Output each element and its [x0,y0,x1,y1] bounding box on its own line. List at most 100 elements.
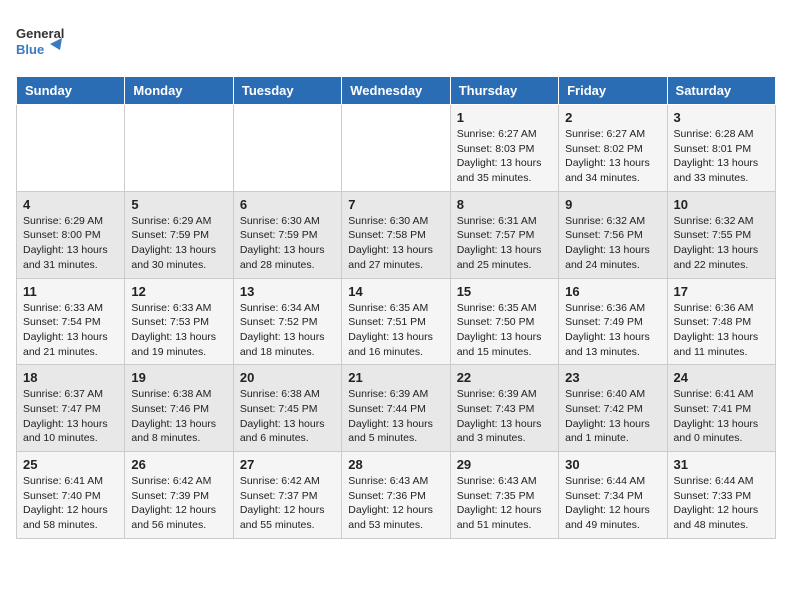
day-info: Sunrise: 6:34 AM Sunset: 7:52 PM Dayligh… [240,301,335,360]
day-info: Sunrise: 6:39 AM Sunset: 7:44 PM Dayligh… [348,387,443,446]
calendar-cell: 10Sunrise: 6:32 AM Sunset: 7:55 PM Dayli… [667,191,775,278]
day-number: 5 [131,197,226,212]
calendar-cell: 22 Sunrise: 6:39 AM Sunset: 7:43 PM Dayli… [450,365,558,452]
day-number: 13 [240,284,335,299]
day-info: Sunrise: 6:27 AM Sunset: 8:03 PM Dayligh… [457,127,552,186]
day-info: Sunrise: 6:38 AM Sunset: 7:46 PM Dayligh… [131,387,226,446]
weekday-header-saturday: Saturday [667,77,775,105]
day-info: Sunrise: 6:42 AM Sunset: 7:37 PM Dayligh… [240,474,335,533]
calendar-cell: 17 Sunrise: 6:36 AM Sunset: 7:48 PM Dayli… [667,278,775,365]
calendar-cell: 1 Sunrise: 6:27 AM Sunset: 8:03 PM Daylig… [450,105,558,192]
day-number: 9 [565,197,660,212]
day-info: Sunrise: 6:38 AM Sunset: 7:45 PM Dayligh… [240,387,335,446]
day-number: 1 [457,110,552,125]
day-info: Sunrise: 6:27 AM Sunset: 8:02 PM Dayligh… [565,127,660,186]
day-info: Sunrise: 6:44 AM Sunset: 7:33 PM Dayligh… [674,474,769,533]
day-number: 20 [240,370,335,385]
calendar-cell: 4 Sunrise: 6:29 AM Sunset: 8:00 PM Daylig… [17,191,125,278]
day-number: 18 [23,370,118,385]
calendar-cell: 25 Sunrise: 6:41 AM Sunset: 7:40 PM Dayli… [17,452,125,539]
weekday-header-thursday: Thursday [450,77,558,105]
svg-text:General: General [16,26,64,41]
calendar-cell: 21 Sunrise: 6:39 AM Sunset: 7:44 PM Dayli… [342,365,450,452]
svg-text:Blue: Blue [16,42,44,57]
day-number: 25 [23,457,118,472]
calendar-cell: 7 Sunrise: 6:30 AM Sunset: 7:58 PM Daylig… [342,191,450,278]
day-info: Sunrise: 6:39 AM Sunset: 7:43 PM Dayligh… [457,387,552,446]
calendar-cell: 27Sunrise: 6:42 AM Sunset: 7:37 PM Dayli… [233,452,341,539]
calendar-cell: 19 Sunrise: 6:38 AM Sunset: 7:46 PM Dayli… [125,365,233,452]
calendar-cell [125,105,233,192]
calendar-cell: 5 Sunrise: 6:29 AM Sunset: 7:59 PM Daylig… [125,191,233,278]
day-number: 12 [131,284,226,299]
calendar-cell: 26 Sunrise: 6:42 AM Sunset: 7:39 PM Dayli… [125,452,233,539]
calendar-cell: 13 Sunrise: 6:34 AM Sunset: 7:52 PM Dayli… [233,278,341,365]
day-number: 10 [674,197,769,212]
calendar-cell: 9 Sunrise: 6:32 AM Sunset: 7:56 PM Daylig… [559,191,667,278]
day-info: Sunrise: 6:42 AM Sunset: 7:39 PM Dayligh… [131,474,226,533]
calendar-cell: 28Sunrise: 6:43 AM Sunset: 7:36 PM Dayli… [342,452,450,539]
day-info: Sunrise: 6:29 AM Sunset: 8:00 PM Dayligh… [23,214,118,273]
calendar-cell: 18 Sunrise: 6:37 AM Sunset: 7:47 PM Dayli… [17,365,125,452]
day-number: 14 [348,284,443,299]
day-info: Sunrise: 6:33 AM Sunset: 7:53 PM Dayligh… [131,301,226,360]
day-number: 19 [131,370,226,385]
day-number: 6 [240,197,335,212]
calendar-cell: 24 Sunrise: 6:41 AM Sunset: 7:41 PM Dayli… [667,365,775,452]
day-info: Sunrise: 6:43 AM Sunset: 7:36 PM Dayligh… [348,474,443,533]
day-number: 15 [457,284,552,299]
day-number: 17 [674,284,769,299]
day-info: Sunrise: 6:41 AM Sunset: 7:40 PM Dayligh… [23,474,118,533]
day-number: 22 [457,370,552,385]
calendar-cell: 14 Sunrise: 6:35 AM Sunset: 7:51 PM Dayli… [342,278,450,365]
calendar-cell: 31 Sunrise: 6:44 AM Sunset: 7:33 PM Dayli… [667,452,775,539]
calendar-cell: 23 Sunrise: 6:40 AM Sunset: 7:42 PM Dayli… [559,365,667,452]
calendar-cell: 29 Sunrise: 6:43 AM Sunset: 7:35 PM Dayli… [450,452,558,539]
day-info: Sunrise: 6:44 AM Sunset: 7:34 PM Dayligh… [565,474,660,533]
day-info: Sunrise: 6:43 AM Sunset: 7:35 PM Dayligh… [457,474,552,533]
calendar-cell: 15 Sunrise: 6:35 AM Sunset: 7:50 PM Dayli… [450,278,558,365]
day-number: 26 [131,457,226,472]
day-number: 21 [348,370,443,385]
day-number: 4 [23,197,118,212]
day-info: Sunrise: 6:35 AM Sunset: 7:51 PM Dayligh… [348,301,443,360]
day-number: 16 [565,284,660,299]
calendar-cell: 3Sunrise: 6:28 AM Sunset: 8:01 PM Daylig… [667,105,775,192]
day-number: 11 [23,284,118,299]
day-info: Sunrise: 6:35 AM Sunset: 7:50 PM Dayligh… [457,301,552,360]
day-number: 8 [457,197,552,212]
calendar-cell: 2 Sunrise: 6:27 AM Sunset: 8:02 PM Daylig… [559,105,667,192]
day-info: Sunrise: 6:29 AM Sunset: 7:59 PM Dayligh… [131,214,226,273]
calendar-cell [17,105,125,192]
day-info: Sunrise: 6:41 AM Sunset: 7:41 PM Dayligh… [674,387,769,446]
calendar-cell [342,105,450,192]
calendar-cell: 11 Sunrise: 6:33 AM Sunset: 7:54 PM Dayli… [17,278,125,365]
calendar-table: SundayMondayTuesdayWednesdayThursdayFrid… [16,76,776,539]
calendar-cell [233,105,341,192]
day-number: 29 [457,457,552,472]
day-info: Sunrise: 6:36 AM Sunset: 7:48 PM Dayligh… [674,301,769,360]
weekday-header-wednesday: Wednesday [342,77,450,105]
header: General Blue [16,16,776,66]
day-info: Sunrise: 6:37 AM Sunset: 7:47 PM Dayligh… [23,387,118,446]
day-number: 30 [565,457,660,472]
day-number: 7 [348,197,443,212]
weekday-header-sunday: Sunday [17,77,125,105]
day-number: 31 [674,457,769,472]
day-number: 24 [674,370,769,385]
calendar-cell: 12 Sunrise: 6:33 AM Sunset: 7:53 PM Dayli… [125,278,233,365]
calendar-cell: 8Sunrise: 6:31 AM Sunset: 7:57 PM Daylig… [450,191,558,278]
day-number: 23 [565,370,660,385]
calendar-cell: 20 Sunrise: 6:38 AM Sunset: 7:45 PM Dayli… [233,365,341,452]
day-info: Sunrise: 6:36 AM Sunset: 7:49 PM Dayligh… [565,301,660,360]
day-info: Sunrise: 6:32 AM Sunset: 7:56 PM Dayligh… [565,214,660,273]
day-info: Sunrise: 6:33 AM Sunset: 7:54 PM Dayligh… [23,301,118,360]
day-info: Sunrise: 6:40 AM Sunset: 7:42 PM Dayligh… [565,387,660,446]
day-number: 2 [565,110,660,125]
logo: General Blue [16,16,66,66]
day-number: 3 [674,110,769,125]
day-info: Sunrise: 6:30 AM Sunset: 7:58 PM Dayligh… [348,214,443,273]
calendar-cell: 16 Sunrise: 6:36 AM Sunset: 7:49 PM Dayli… [559,278,667,365]
logo-svg: General Blue [16,16,66,66]
day-info: Sunrise: 6:30 AM Sunset: 7:59 PM Dayligh… [240,214,335,273]
